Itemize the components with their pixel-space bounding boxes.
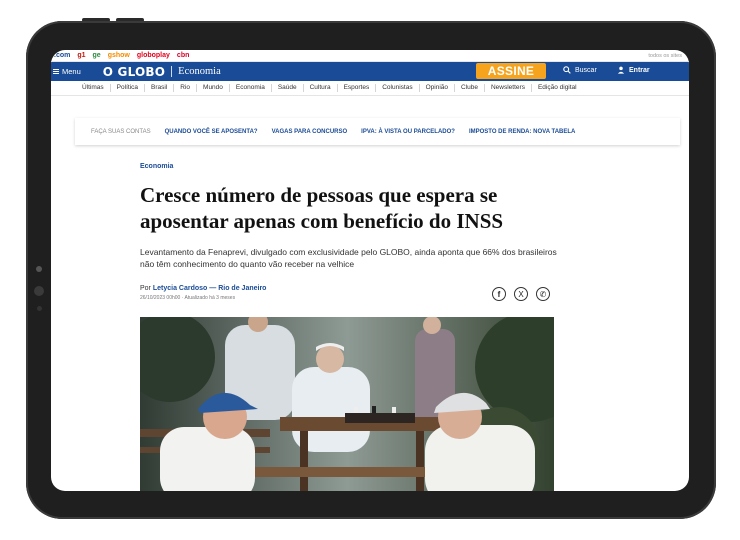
site-link-gshow[interactable]: gshow <box>108 52 130 59</box>
globo-sites-bar: .com g1 ge gshow globoplay cbn todos os … <box>51 50 689 62</box>
nav-item-clube[interactable]: Clube <box>455 84 485 92</box>
search-label: Buscar <box>575 66 597 74</box>
search-icon <box>563 66 571 74</box>
nav-item-cultura[interactable]: Cultura <box>304 84 338 92</box>
brand-logo[interactable]: O GLOBO <box>103 65 165 79</box>
browser-viewport: .com g1 ge gshow globoplay cbn todos os … <box>51 50 689 491</box>
article-byline: Por Letycia Cardoso — Rio de Janeiro <box>140 285 266 292</box>
nav-item-newsletters[interactable]: Newsletters <box>485 84 532 92</box>
nav-item-opiniao[interactable]: Opinião <box>420 84 455 92</box>
facebook-icon: f <box>497 289 501 299</box>
search-button[interactable]: Buscar <box>563 66 597 74</box>
article-subtitle: Levantamento da Fenaprevi, divulgado com… <box>140 247 557 269</box>
facebook-share-button[interactable]: f <box>492 287 506 301</box>
nav-item-saude[interactable]: Saúde <box>272 84 304 92</box>
nav-item-esportes[interactable]: Esportes <box>338 84 377 92</box>
sensor-icon <box>37 306 42 311</box>
site-link-ge[interactable]: ge <box>93 52 101 59</box>
share-buttons: f X ✆ <box>492 287 558 301</box>
nav-item-mundo[interactable]: Mundo <box>197 84 230 92</box>
article-photo-image <box>140 317 554 491</box>
section-title[interactable]: Economia <box>178 66 221 77</box>
trending-label: FAÇA SUAS CONTAS <box>91 128 151 135</box>
whatsapp-icon: ✆ <box>539 289 547 299</box>
menu-label: Menu <box>62 67 81 76</box>
site-link-cbn[interactable]: cbn <box>177 52 189 59</box>
tablet-frame: .com g1 ge gshow globoplay cbn todos os … <box>26 21 716 519</box>
sensor-icon <box>34 286 44 296</box>
nav-item-colunistas[interactable]: Colunistas <box>376 84 420 92</box>
trending-strip: FAÇA SUAS CONTAS QUANDO VOCÊ SE APOSENTA… <box>75 118 680 145</box>
nav-item-edicao-digital[interactable]: Edição digital <box>532 84 583 92</box>
trending-link[interactable]: IPVA: À VISTA OU PARCELADO? <box>361 129 455 135</box>
login-button[interactable]: Entrar <box>617 66 650 74</box>
nav-item-ultimas[interactable]: Últimas <box>76 84 111 92</box>
nav-item-rio[interactable]: Rio <box>174 84 198 92</box>
article-title: Cresce número de pessoas que espera se a… <box>140 183 504 233</box>
header-divider <box>171 66 173 77</box>
whatsapp-share-button[interactable]: ✆ <box>536 287 550 301</box>
site-header: Menu O GLOBO Economia ASSINE Buscar Entr… <box>51 62 689 81</box>
nav-item-economia[interactable]: Economia <box>230 84 272 92</box>
article-date: 26/10/2023 00h00 · Atualizado há 3 meses <box>140 295 236 301</box>
camera-icon <box>36 266 42 272</box>
site-link-g1[interactable]: g1 <box>77 52 85 59</box>
site-link-com[interactable]: .com <box>54 52 70 59</box>
nav-item-politica[interactable]: Política <box>111 84 145 92</box>
user-icon <box>617 66 625 74</box>
all-sites-link[interactable]: todos os sites <box>648 53 682 59</box>
trending-link[interactable]: QUANDO VOCÊ SE APOSENTA? <box>165 129 258 135</box>
trending-link[interactable]: IMPOSTO DE RENDA: NOVA TABELA <box>469 129 575 135</box>
byline-prefix: Por <box>140 285 151 292</box>
menu-button[interactable]: Menu <box>51 67 81 76</box>
x-icon: X <box>518 289 524 299</box>
nav-item-brasil[interactable]: Brasil <box>145 84 175 92</box>
section-nav: Últimas Política Brasil Rio Mundo Econom… <box>51 81 689 96</box>
site-link-globoplay[interactable]: globoplay <box>137 52 170 59</box>
subscribe-button[interactable]: ASSINE <box>476 63 546 79</box>
author-link[interactable]: Letycia Cardoso — Rio de Janeiro <box>153 285 267 292</box>
login-label: Entrar <box>629 66 650 74</box>
x-share-button[interactable]: X <box>514 287 528 301</box>
trending-link[interactable]: VAGAS PARA CONCURSO <box>272 129 348 135</box>
article-photo <box>140 317 554 491</box>
article-category[interactable]: Economia <box>140 163 173 170</box>
hamburger-icon <box>53 68 59 76</box>
